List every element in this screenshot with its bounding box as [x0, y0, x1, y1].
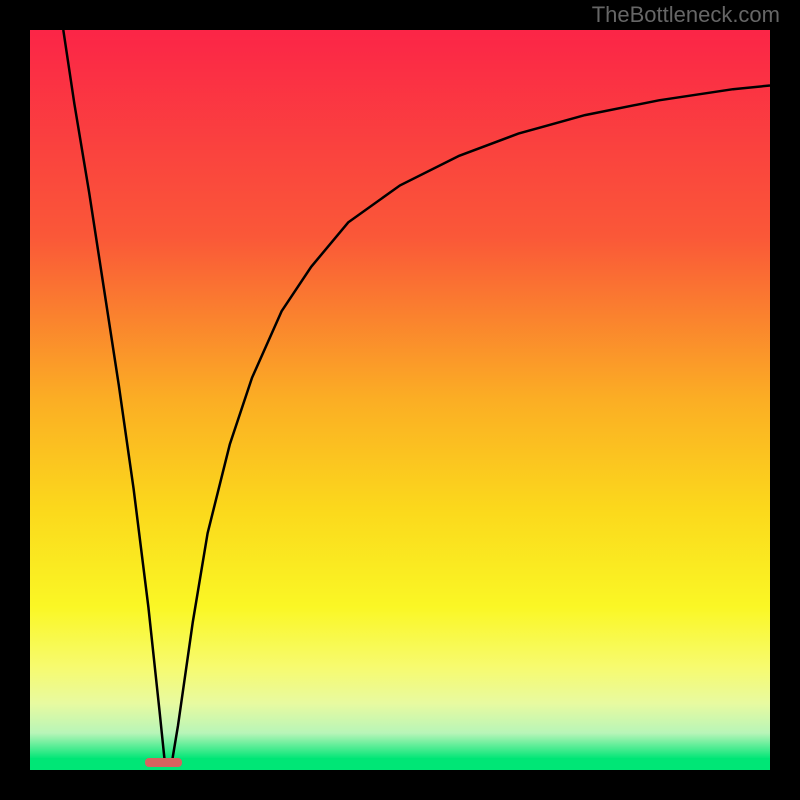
- plot-area: [30, 30, 770, 770]
- bottleneck-marker: [145, 758, 182, 767]
- bottleneck-curve: [63, 30, 770, 761]
- watermark-text: TheBottleneck.com: [592, 2, 780, 28]
- curve-layer: [30, 30, 770, 770]
